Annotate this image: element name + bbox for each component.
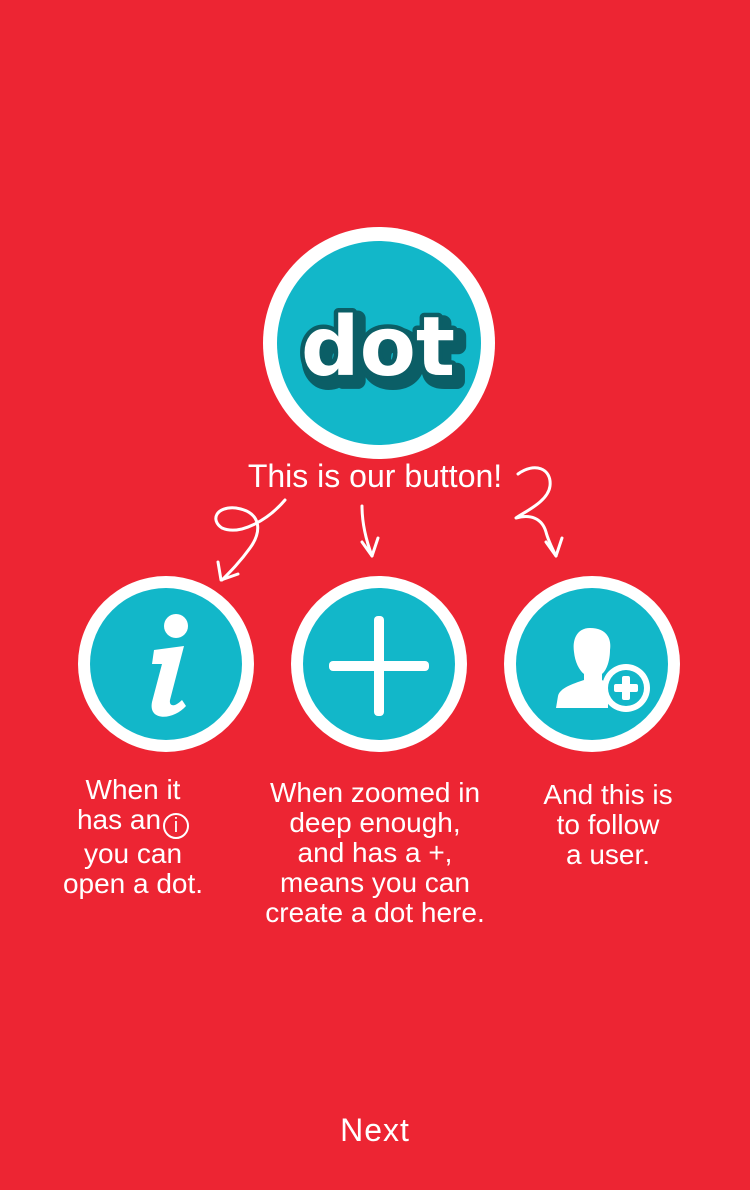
- plus-circle: [303, 588, 455, 740]
- inline-info-icon: i: [163, 813, 190, 839]
- create-line-5: create a dot here.: [265, 897, 485, 928]
- info-description: When it has an i you can open a dot.: [40, 775, 226, 899]
- info-icon: [151, 614, 188, 717]
- right-arrow-head: [544, 536, 564, 558]
- follow-circle: [516, 588, 668, 740]
- follow-line-3: a user.: [565, 839, 651, 870]
- next-button[interactable]: Next: [300, 1110, 450, 1150]
- add-user-icon: [556, 628, 650, 712]
- dot-logo-mark: dot dot dot: [296, 296, 468, 410]
- info-button[interactable]: [78, 576, 254, 752]
- info-line-3: you can: [83, 838, 183, 869]
- left-arrow-line: [214, 498, 287, 582]
- center-arrow-head: [360, 536, 380, 558]
- info-circle: [90, 588, 242, 740]
- info-line-1: When it: [85, 774, 181, 805]
- info-line-4: open a dot.: [62, 868, 204, 899]
- info-line-2: has an i: [40, 805, 226, 839]
- follow-line-2: to follow: [556, 809, 660, 840]
- plus-icon: [329, 616, 429, 716]
- dot-logo-button[interactable]: dot dot dot: [263, 227, 495, 459]
- intro-caption: This is our button!: [247, 458, 503, 494]
- create-dot-button[interactable]: [291, 576, 467, 752]
- dot-logo-circle: dot dot dot: [277, 241, 481, 445]
- create-line-2: deep enough,: [289, 807, 461, 838]
- follow-user-button[interactable]: [504, 576, 680, 752]
- create-description: When zoomed in deep enough, and has a +,…: [245, 778, 505, 928]
- left-arrow-head: [216, 560, 240, 582]
- logo-text: dot: [301, 300, 455, 395]
- create-line-3: and has a +,: [297, 837, 453, 868]
- follow-line-1: And this is: [543, 779, 673, 810]
- info-line-2-text: has an: [76, 804, 162, 835]
- center-arrow-line: [360, 504, 374, 558]
- follow-description: And this is to follow a user.: [520, 780, 696, 870]
- create-line-4: means you can: [280, 867, 470, 898]
- create-line-1: When zoomed in: [269, 777, 481, 808]
